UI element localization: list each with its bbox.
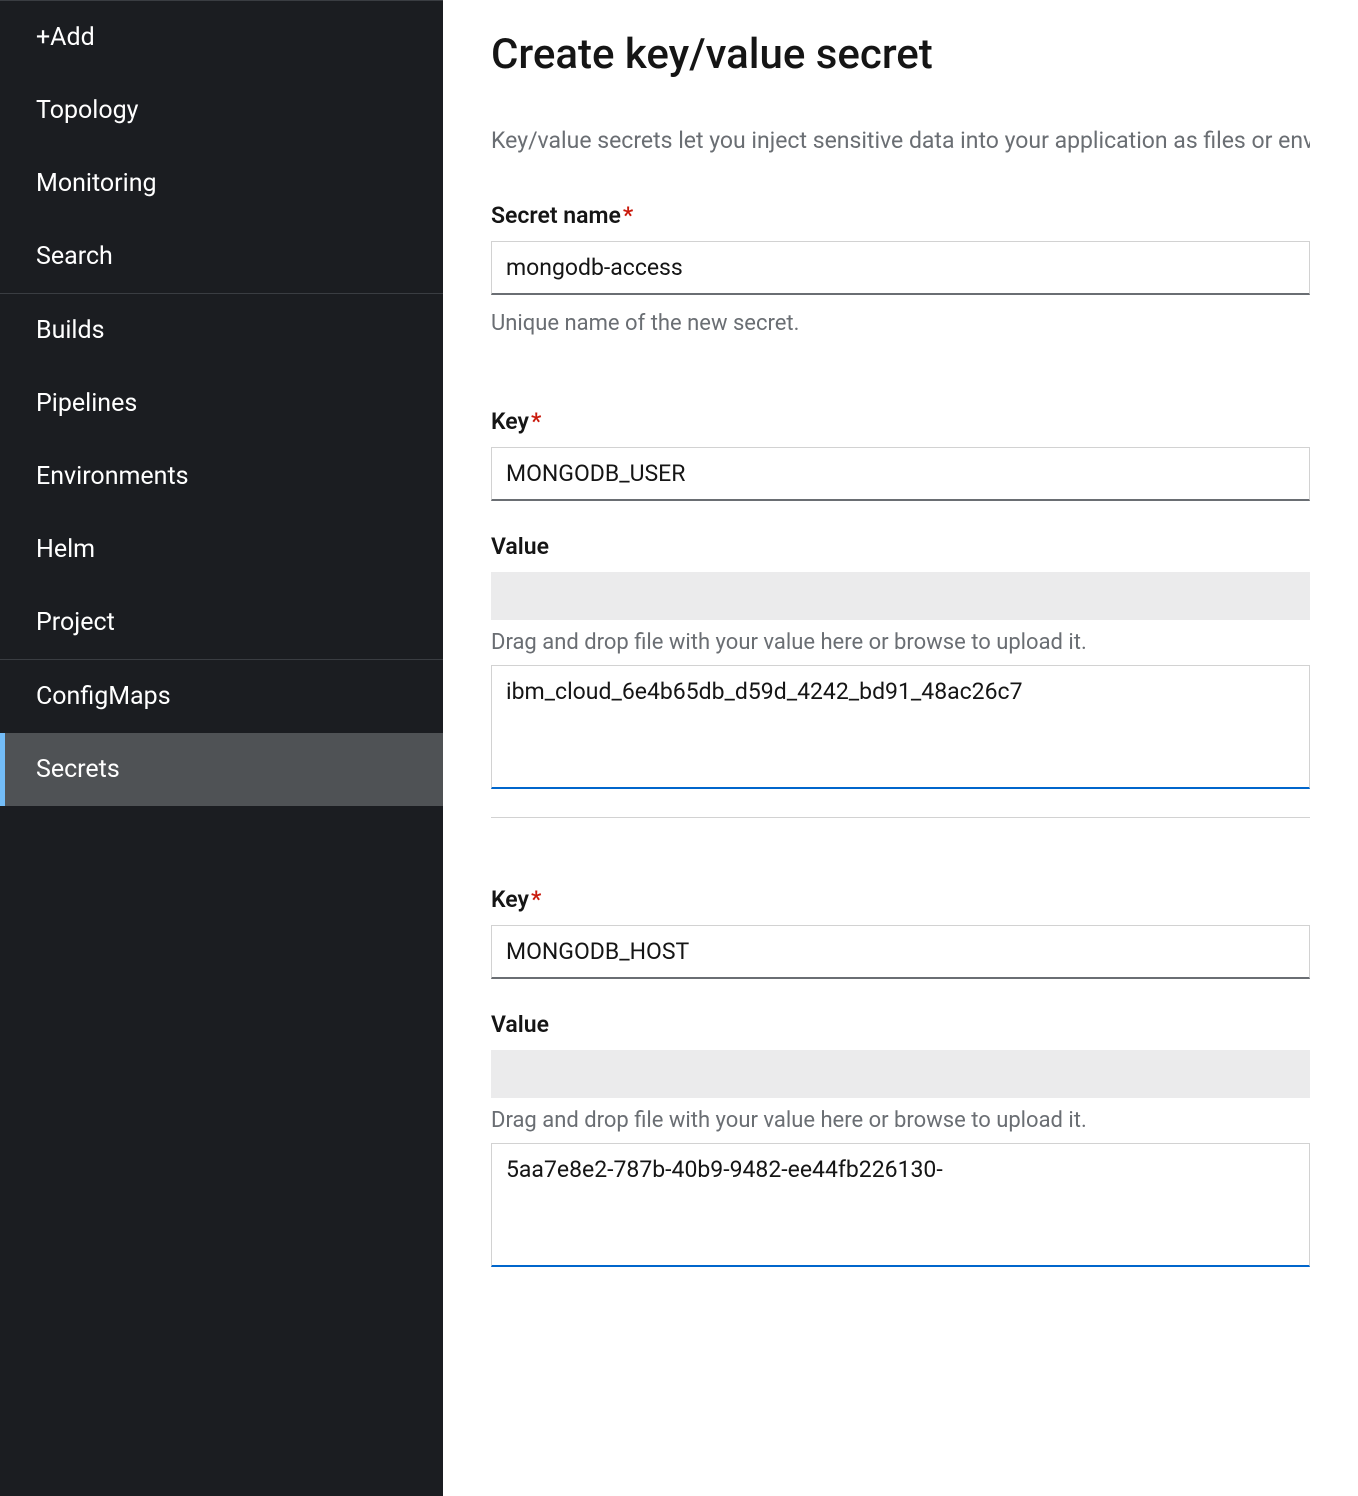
drag-drop-text: Drag and drop file with your value here … bbox=[491, 630, 1310, 655]
sidebar-item-label: Project bbox=[36, 608, 115, 637]
sidebar-item-secrets[interactable]: Secrets bbox=[0, 733, 443, 806]
value-textarea[interactable]: ibm_cloud_6e4b65db_d59d_4242_bd91_48ac26… bbox=[491, 665, 1310, 789]
sidebar-item-search[interactable]: Search bbox=[0, 220, 443, 293]
label-text: Key bbox=[491, 886, 529, 913]
secret-name-block: Secret name* Unique name of the new secr… bbox=[491, 202, 1310, 336]
label-text: Secret name bbox=[491, 202, 621, 229]
sidebar-item-environments[interactable]: Environments bbox=[0, 440, 443, 513]
kv-block-1: Key* Value Drag and drop file with your … bbox=[491, 886, 1310, 1295]
label-text: Key bbox=[491, 408, 529, 435]
value-textarea[interactable]: 5aa7e8e2-787b-40b9-9482-ee44fb226130- bbox=[491, 1143, 1310, 1267]
sidebar-item-label: Secrets bbox=[36, 755, 120, 784]
sidebar-item-label: Search bbox=[36, 242, 113, 271]
sidebar-item-label: Pipelines bbox=[36, 389, 137, 418]
required-mark: * bbox=[531, 886, 541, 913]
key-label: Key* bbox=[491, 886, 1310, 913]
sidebar-item-topology[interactable]: Topology bbox=[0, 74, 443, 147]
sidebar-item-label: Environments bbox=[36, 462, 189, 491]
value-label: Value bbox=[491, 1011, 1310, 1038]
main-content: Create key/value secret Key/value secret… bbox=[443, 0, 1358, 1496]
value-label: Value bbox=[491, 533, 1310, 560]
sidebar-item-project[interactable]: Project bbox=[0, 586, 443, 659]
key-input[interactable] bbox=[491, 925, 1310, 979]
sidebar-item-label: ConfigMaps bbox=[36, 682, 171, 711]
sidebar-item-label: +Add bbox=[36, 23, 95, 52]
sidebar: +Add Topology Monitoring Search Builds P… bbox=[0, 0, 443, 1496]
sidebar-item-helm[interactable]: Helm bbox=[0, 513, 443, 586]
sidebar-item-label: Builds bbox=[36, 316, 105, 345]
sidebar-item-add[interactable]: +Add bbox=[0, 1, 443, 74]
required-mark: * bbox=[623, 202, 633, 229]
page-description: Key/value secrets let you inject sensiti… bbox=[491, 127, 1310, 154]
secret-name-label: Secret name* bbox=[491, 202, 1310, 229]
sidebar-item-label: Topology bbox=[36, 96, 138, 125]
sidebar-item-configmaps[interactable]: ConfigMaps bbox=[0, 660, 443, 733]
sidebar-item-pipelines[interactable]: Pipelines bbox=[0, 367, 443, 440]
key-label: Key* bbox=[491, 408, 1310, 435]
required-mark: * bbox=[531, 408, 541, 435]
file-drop-zone[interactable] bbox=[491, 1050, 1310, 1098]
secret-name-help: Unique name of the new secret. bbox=[491, 311, 1310, 336]
sidebar-item-builds[interactable]: Builds bbox=[0, 294, 443, 367]
sidebar-item-label: Helm bbox=[36, 535, 95, 564]
drag-drop-text: Drag and drop file with your value here … bbox=[491, 1108, 1310, 1133]
kv-block-0: Key* Value Drag and drop file with your … bbox=[491, 408, 1310, 818]
secret-name-input[interactable] bbox=[491, 241, 1310, 295]
page-title: Create key/value secret bbox=[491, 30, 1310, 79]
key-input[interactable] bbox=[491, 447, 1310, 501]
sidebar-item-monitoring[interactable]: Monitoring bbox=[0, 147, 443, 220]
file-drop-zone[interactable] bbox=[491, 572, 1310, 620]
sidebar-item-label: Monitoring bbox=[36, 169, 157, 198]
